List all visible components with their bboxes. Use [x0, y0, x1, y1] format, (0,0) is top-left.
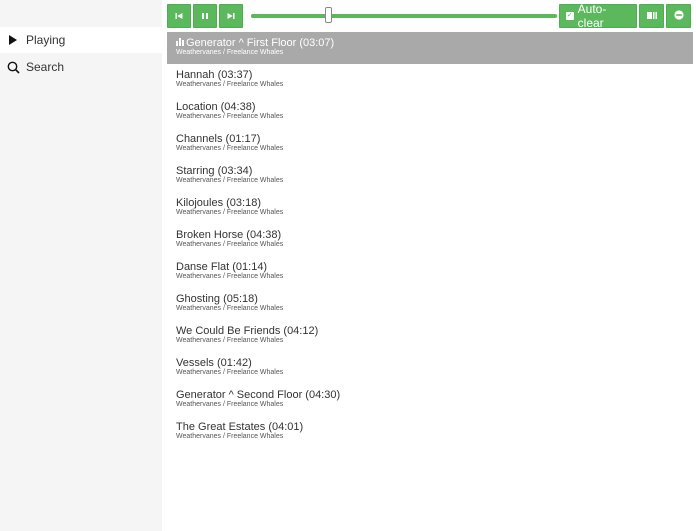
- track-title-text: Broken Horse (04:38): [176, 229, 282, 241]
- track-subtitle: Weathervanes / Freelance Whales: [176, 273, 284, 280]
- seek-bar[interactable]: [251, 7, 557, 23]
- sidebar: Playing Search: [0, 0, 162, 531]
- track-title: The Great Estates (04:01): [176, 421, 303, 433]
- skip-forward-icon: [227, 7, 235, 25]
- sidebar-item-label: Search: [26, 60, 65, 74]
- track-title: Broken Horse (04:38): [176, 229, 281, 241]
- checkbox-icon: ✓: [566, 12, 574, 20]
- track-subtitle: Weathervanes / Freelance Whales: [176, 209, 284, 216]
- track-title-text: Vessels (01:42): [176, 357, 252, 369]
- pause-icon: [201, 7, 209, 25]
- track-title-text: Starring (03:34): [176, 165, 253, 177]
- playlist-item[interactable]: Location (04:38) Weathervanes / Freelance…: [167, 96, 693, 128]
- track-title-text: Ghosting (05:18): [176, 293, 258, 305]
- playlist: Generator ^ First Floor (03:07) Weatherva…: [167, 32, 693, 448]
- sidebar-item-label: Playing: [26, 33, 66, 47]
- track-subtitle: Weathervanes / Freelance Whales: [176, 177, 284, 184]
- track-subtitle: Weathervanes / Freelance Whales: [176, 241, 284, 248]
- track-title-text: Kilojoules (03:18): [176, 197, 261, 209]
- now-playing-icon: [176, 37, 184, 49]
- pause-button[interactable]: [193, 4, 217, 28]
- track-subtitle: Weathervanes / Freelance Whales: [176, 113, 284, 120]
- track-title-text: Location (04:38): [176, 101, 256, 113]
- playlist-item[interactable]: Generator ^ Second Floor (04:30) Weatherv…: [167, 384, 693, 416]
- track-title: Generator ^ Second Floor (04:30): [176, 389, 340, 401]
- playlist-item[interactable]: Starring (03:34) Weathervanes / Freelance…: [167, 160, 693, 192]
- queue-icon: [646, 7, 657, 25]
- track-subtitle: Weathervanes / Freelance Whales: [176, 145, 284, 152]
- playlist-item[interactable]: We Could Be Friends (04:12) Weathervanes …: [167, 320, 693, 352]
- track-title: Vessels (01:42): [176, 357, 252, 369]
- track-title-text: Danse Flat (01:14): [176, 261, 268, 273]
- playlist-item[interactable]: Kilojoules (03:18) Weathervanes / Freelan…: [167, 192, 693, 224]
- track-subtitle: Weathervanes / Freelance Whales: [176, 305, 284, 312]
- next-button[interactable]: [219, 4, 243, 28]
- track-title: Danse Flat (01:14): [176, 261, 267, 273]
- playlist-item[interactable]: Danse Flat (01:14) Weathervanes / Freelan…: [167, 256, 693, 288]
- track-title: We Could Be Friends (04:12): [176, 325, 318, 337]
- remove-button[interactable]: [666, 4, 691, 28]
- playlist-item[interactable]: Ghosting (05:18) Weathervanes / Freelance…: [167, 288, 693, 320]
- remove-icon: [673, 7, 684, 25]
- playlist-item[interactable]: Channels (01:17) Weathervanes / Freelance…: [167, 128, 693, 160]
- track-title-text: Generator ^ Second Floor (04:30): [176, 389, 341, 401]
- track-title: Starring (03:34): [176, 165, 252, 177]
- track-subtitle: Weathervanes / Freelance Whales: [176, 401, 284, 408]
- seek-handle[interactable]: [324, 7, 332, 23]
- track-title: Location (04:38): [176, 101, 256, 113]
- skip-back-icon: [175, 7, 183, 25]
- auto-clear-label: Auto-clear: [577, 2, 607, 30]
- queue-button[interactable]: [639, 4, 664, 28]
- track-title: Ghosting (05:18): [176, 293, 258, 305]
- track-title: Generator ^ First Floor (03:07): [176, 37, 334, 49]
- track-subtitle: Weathervanes / Freelance Whales: [176, 433, 284, 440]
- track-title-text: Channels (01:17): [176, 133, 261, 145]
- track-subtitle: Weathervanes / Freelance Whales: [176, 369, 284, 376]
- playlist-item[interactable]: Generator ^ First Floor (03:07) Weatherva…: [167, 32, 693, 64]
- sidebar-item-search[interactable]: Search: [0, 54, 162, 80]
- track-title: Channels (01:17): [176, 133, 260, 145]
- player-toolbar: ✓ Auto-clear: [167, 2, 692, 30]
- track-title: Hannah (03:37): [176, 69, 252, 81]
- playlist-item[interactable]: Broken Horse (04:38) Weathervanes / Freel…: [167, 224, 693, 256]
- track-subtitle: Weathervanes / Freelance Whales: [176, 81, 284, 88]
- playlist-item[interactable]: Vessels (01:42) Weathervanes / Freelance …: [167, 352, 693, 384]
- auto-clear-toggle[interactable]: ✓ Auto-clear: [559, 2, 637, 30]
- track-subtitle: Weathervanes / Freelance Whales: [176, 337, 284, 344]
- sidebar-item-playing[interactable]: Playing: [0, 27, 162, 53]
- playlist-item[interactable]: The Great Estates (04:01) Weathervanes / …: [167, 416, 693, 448]
- previous-button[interactable]: [167, 4, 191, 28]
- search-icon: [6, 60, 20, 74]
- playlist-item[interactable]: Hannah (03:37) Weathervanes / Freelance W…: [167, 64, 693, 96]
- track-title-text: The Great Estates (04:01): [176, 421, 304, 433]
- track-subtitle: Weathervanes / Freelance Whales: [176, 49, 284, 56]
- track-title-text: Generator ^ First Floor (03:07): [186, 37, 335, 49]
- track-title: Kilojoules (03:18): [176, 197, 261, 209]
- play-icon: [6, 33, 20, 47]
- track-title-text: We Could Be Friends (04:12): [176, 325, 319, 337]
- track-title-text: Hannah (03:37): [176, 69, 253, 81]
